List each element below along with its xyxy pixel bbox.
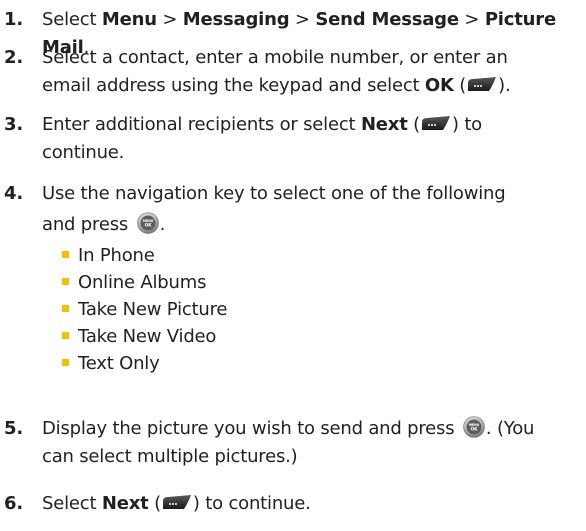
bullet-icon (62, 332, 69, 339)
step-4: 4. Use the navigation key to select one … (4, 178, 584, 240)
bullet-icon (62, 278, 69, 285)
step-number: 1. (4, 9, 23, 30)
step-text: Use the navigation key to select one of … (42, 183, 506, 235)
bullet-icon (62, 251, 69, 258)
menu-ok-button-icon (137, 212, 159, 234)
next-label: Next (101, 493, 149, 514)
list-item: Online Albums (62, 269, 462, 296)
menu-ok-button-icon (463, 416, 485, 438)
list-item: Take New Video (62, 323, 462, 350)
next-label: Next (360, 114, 408, 135)
right-softkey-icon (467, 77, 497, 92)
step-text: Select Next () to continue. (42, 493, 311, 514)
list-item: Text Only (62, 350, 462, 377)
step-number: 5. (4, 418, 23, 439)
right-softkey-icon (162, 495, 192, 510)
right-softkey-icon (421, 116, 451, 131)
step-number: 3. (4, 114, 23, 135)
step-number: 6. (4, 493, 23, 514)
step-text: Select a contact, enter a mobile number,… (42, 47, 511, 96)
bullet-icon (62, 305, 69, 312)
list-item: Take New Picture (62, 296, 462, 323)
step-6: 6. Select Next () to continue. (4, 490, 584, 518)
instruction-page: 1. Select Menu > Messaging > Send Messag… (0, 0, 586, 531)
bullet-icon (62, 359, 69, 366)
list-item: In Phone (62, 242, 462, 269)
step-number: 4. (4, 183, 23, 204)
step-3: 3. Enter additional recipients or select… (4, 111, 584, 167)
step-5: 5. Display the picture you wish to send … (4, 415, 584, 471)
messaging-label: Messaging (182, 9, 290, 30)
menu-label: Menu (101, 9, 157, 30)
send-message-label: Send Message (315, 9, 459, 30)
step-text: Enter additional recipients or select Ne… (42, 114, 482, 163)
step-number: 2. (4, 47, 23, 68)
options-list: In Phone Online Albums Take New Picture … (62, 242, 462, 377)
step-2: 2. Select a contact, enter a mobile numb… (4, 44, 584, 100)
ok-label: OK (424, 75, 454, 96)
step-text: Display the picture you wish to send and… (42, 416, 535, 467)
